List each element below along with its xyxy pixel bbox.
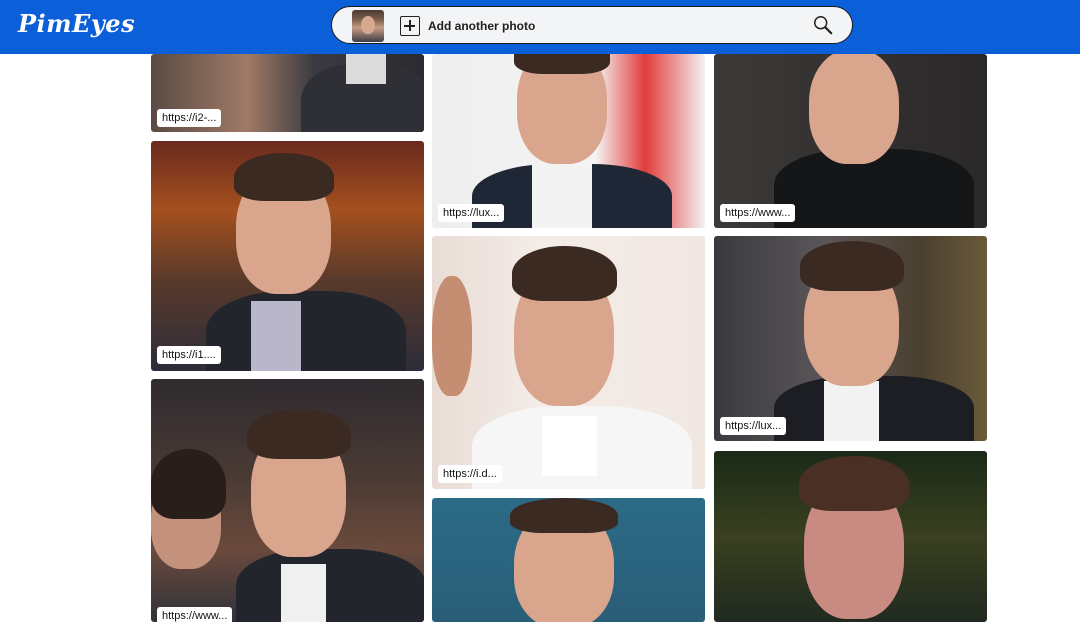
uploaded-photo-thumbnail[interactable] [352,10,384,42]
result-url-tag[interactable]: https://i1.... [157,346,221,364]
result-card[interactable]: https://www... [151,379,424,622]
search-bar: Add another photo [331,6,853,44]
result-card[interactable]: https://i1.... [151,141,424,371]
result-url-tag[interactable]: https://lux... [438,204,505,222]
result-url-tag[interactable]: https://www... [157,607,233,622]
result-url-tag[interactable]: https://i2-... [157,109,222,127]
result-card[interactable] [432,498,705,622]
result-card[interactable]: https://i.d... [432,236,705,489]
top-header: PimEyes Add another photo [0,0,1080,54]
plus-icon [400,16,420,36]
pimeyes-logo[interactable]: PimEyes [18,9,135,38]
result-card[interactable]: https://lux... [714,236,987,441]
add-another-photo-label: Add another photo [428,19,536,33]
result-url-tag[interactable]: https://lux... [720,417,787,435]
result-card[interactable]: https://i2-... [151,54,424,132]
add-another-photo-button[interactable]: Add another photo [400,15,535,37]
result-card[interactable]: https://www... [714,54,987,228]
result-url-tag[interactable]: https://i.d... [438,465,502,483]
result-card[interactable]: https://lux... [432,54,705,228]
search-icon[interactable] [812,14,834,36]
result-card[interactable] [714,451,987,622]
result-url-tag[interactable]: https://www... [720,204,796,222]
